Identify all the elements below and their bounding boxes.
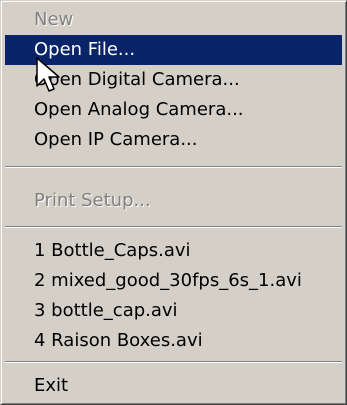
menu-item-open-analog-camera[interactable]: Open Analog Camera... — [5, 95, 342, 125]
menu-item-label: Open Analog Camera... — [34, 99, 244, 120]
menu-item-open-digital-camera[interactable]: Open Digital Camera... — [5, 65, 342, 95]
menu-item-label: Print Setup... — [34, 190, 151, 211]
menu-item-new: New — [5, 5, 342, 35]
menu-item-exit[interactable]: Exit — [5, 371, 342, 401]
menu-item-recent-file-1[interactable]: 1 Bottle_Caps.avi — [5, 236, 342, 266]
menu-separator — [5, 166, 342, 168]
menu-separator — [5, 226, 342, 228]
menu-item-label: New — [34, 9, 74, 30]
menu-item-label: 3 bottle_cap.avi — [34, 300, 178, 321]
menu-item-recent-file-2[interactable]: 2 mixed_good_30fps_6s_1.avi — [5, 266, 342, 296]
file-menu: New Open File... Open Digital Camera... … — [0, 0, 347, 405]
menu-item-label: Open Digital Camera... — [34, 69, 240, 90]
menu-item-label: 4 Raison Boxes.avi — [34, 330, 203, 351]
menu-item-open-file[interactable]: Open File... — [5, 35, 342, 65]
menu-item-open-ip-camera[interactable]: Open IP Camera... — [5, 125, 342, 155]
menu-item-label: 1 Bottle_Caps.avi — [34, 240, 191, 261]
menu-item-label: Exit — [34, 375, 69, 396]
menu-item-label: 2 mixed_good_30fps_6s_1.avi — [34, 270, 302, 291]
menu-item-recent-file-4[interactable]: 4 Raison Boxes.avi — [5, 326, 342, 356]
menu-separator — [5, 361, 342, 363]
menu-item-label: Open File... — [34, 39, 136, 60]
menu-item-recent-file-3[interactable]: 3 bottle_cap.avi — [5, 296, 342, 326]
menu-item-print-setup: Print Setup... — [5, 186, 342, 216]
menu-item-label: Open IP Camera... — [34, 129, 198, 150]
